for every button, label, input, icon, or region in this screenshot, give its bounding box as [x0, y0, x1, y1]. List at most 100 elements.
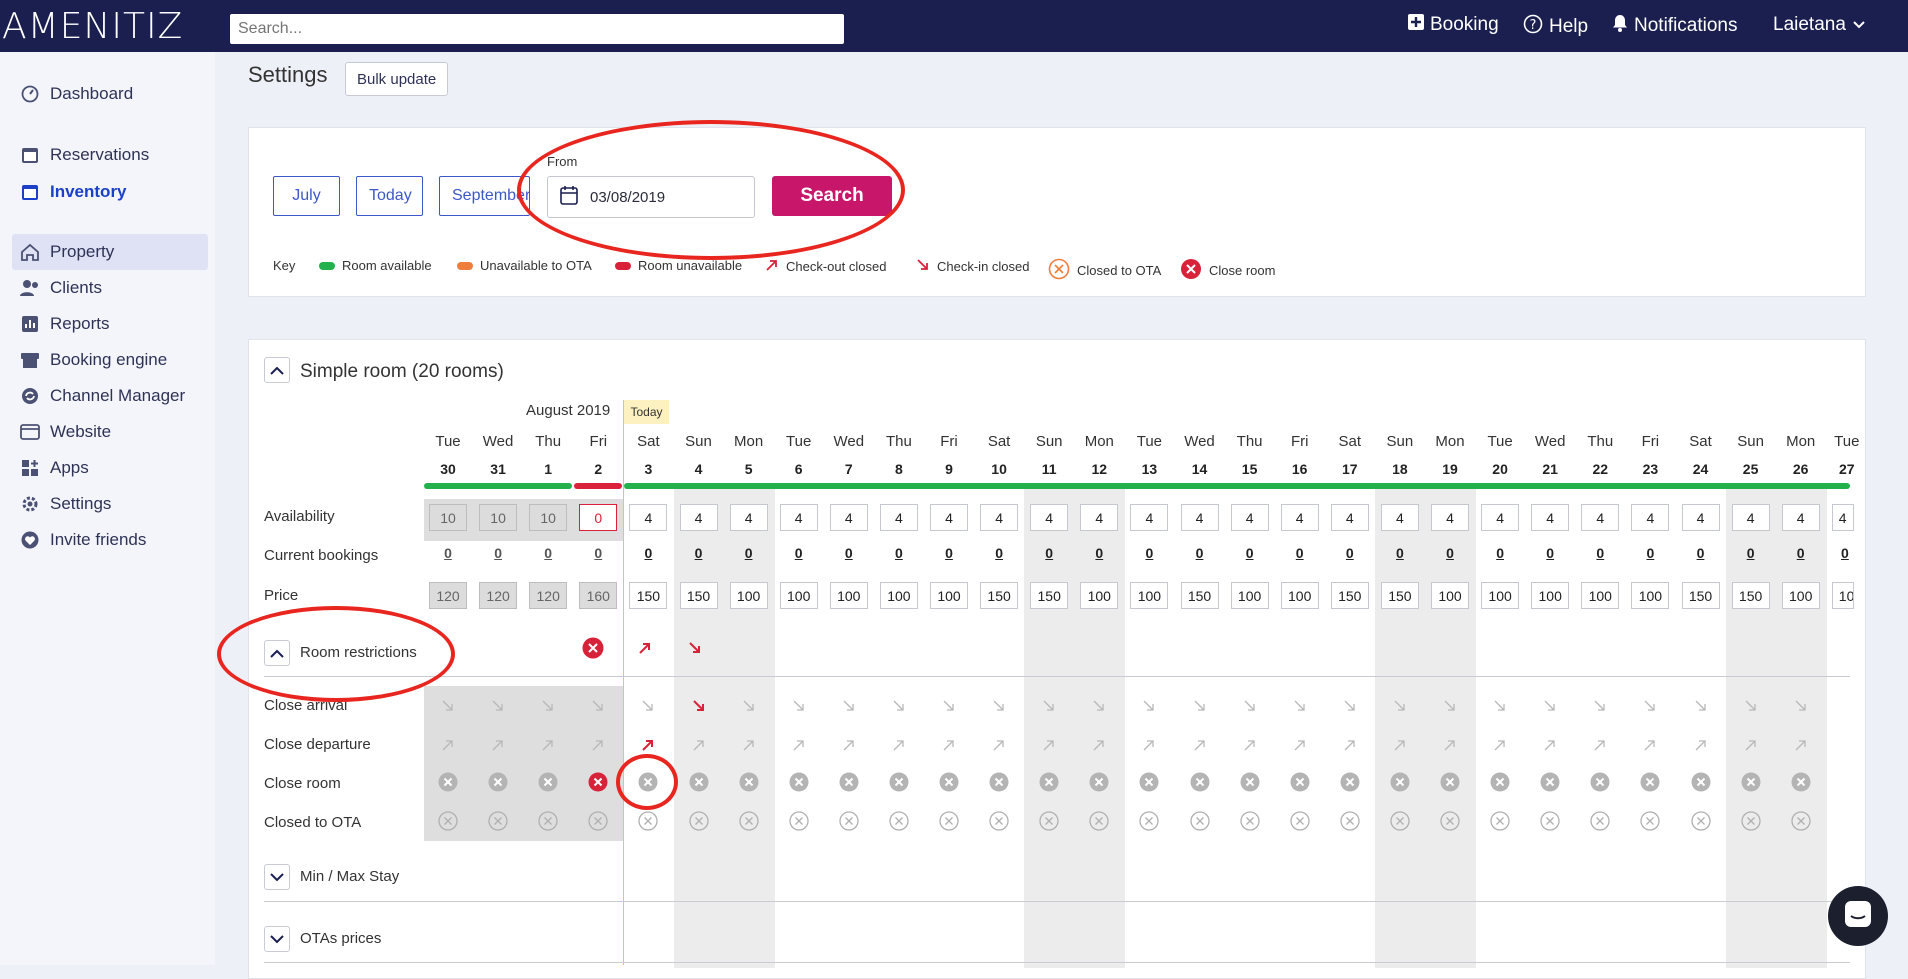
availability-cell[interactable]: 4 — [1330, 504, 1369, 531]
close-room-icon[interactable] — [938, 771, 960, 793]
close-room-icon[interactable] — [1088, 771, 1110, 793]
close-room-icon[interactable] — [437, 771, 459, 793]
price-cell[interactable]: 150 — [1731, 582, 1770, 609]
bookings-count[interactable]: 0 — [725, 545, 773, 561]
availability-cell[interactable]: 4 — [879, 504, 918, 531]
availability-cell[interactable]: 4 — [829, 504, 868, 531]
closed-to-ota-icon[interactable] — [1740, 810, 1762, 832]
bookings-count[interactable]: 0 — [1226, 545, 1274, 561]
availability-cell[interactable]: 10 — [429, 504, 467, 531]
price-cell[interactable]: 100 — [879, 582, 918, 609]
close-room-icon[interactable] — [688, 771, 710, 793]
close-arrival-icon[interactable] — [888, 695, 910, 717]
sidebar-item-invite-friends[interactable]: Invite friends — [12, 522, 208, 558]
close-arrival-icon[interactable] — [1088, 695, 1110, 717]
availability-cell[interactable]: 4 — [1030, 504, 1069, 531]
close-departure-icon[interactable] — [1389, 734, 1411, 756]
close-departure-icon[interactable] — [1138, 734, 1160, 756]
close-arrival-icon[interactable] — [637, 695, 659, 717]
close-departure-icon[interactable] — [1790, 734, 1812, 756]
logo[interactable]: AMENITIZ — [2, 6, 183, 47]
close-room-icon[interactable] — [1339, 771, 1361, 793]
closed-to-ota-icon[interactable] — [437, 810, 459, 832]
sidebar-item-reservations[interactable]: Reservations — [12, 137, 208, 173]
bookings-count[interactable]: 0 — [1727, 545, 1775, 561]
close-departure-icon[interactable] — [838, 734, 860, 756]
close-departure-icon[interactable] — [1539, 734, 1561, 756]
price-cell[interactable]: 100 — [829, 582, 868, 609]
availability-cell[interactable]: 4 — [629, 504, 668, 531]
close-departure-icon[interactable] — [738, 734, 760, 756]
closed-to-ota-icon[interactable] — [1790, 810, 1812, 832]
price-cell[interactable]: 100 — [1631, 582, 1670, 609]
price-cell[interactable]: 150 — [629, 582, 668, 609]
price-cell[interactable]: 150 — [1380, 582, 1419, 609]
bookings-count[interactable]: 0 — [775, 545, 823, 561]
booking-button[interactable]: Booking — [1408, 14, 1499, 36]
availability-cell[interactable]: 4 — [980, 504, 1019, 531]
bookings-count[interactable]: 0 — [1476, 545, 1524, 561]
availability-cell[interactable]: 4 — [1280, 504, 1319, 531]
close-departure-icon[interactable] — [688, 734, 710, 756]
close-arrival-icon[interactable] — [1439, 695, 1461, 717]
price-cell[interactable]: 120 — [429, 582, 467, 609]
close-room-icon[interactable] — [1589, 771, 1611, 793]
close-departure-icon[interactable] — [938, 734, 960, 756]
closed-to-ota-icon[interactable] — [1239, 810, 1261, 832]
price-cell[interactable]: 100 — [1230, 582, 1269, 609]
closed-to-ota-icon[interactable] — [1339, 810, 1361, 832]
price-cell[interactable]: 150 — [679, 582, 718, 609]
price-cell[interactable]: 100 — [1781, 582, 1820, 609]
closed-to-ota-icon[interactable] — [537, 810, 559, 832]
close-departure-icon[interactable] — [587, 734, 609, 756]
close-departure-icon[interactable] — [1690, 734, 1712, 756]
today-button[interactable]: Today — [356, 176, 423, 216]
price-cell[interactable]: 120 — [529, 582, 568, 609]
closed-to-ota-icon[interactable] — [1138, 810, 1160, 832]
availability-cell[interactable]: 4 — [1180, 504, 1219, 531]
closed-to-ota-icon[interactable] — [1489, 810, 1511, 832]
close-arrival-icon[interactable] — [1138, 695, 1160, 717]
help-button[interactable]: ? Help — [1523, 14, 1588, 40]
sidebar-item-dashboard[interactable]: Dashboard — [12, 76, 208, 112]
sidebar-item-property[interactable]: Property — [12, 234, 208, 270]
close-departure-icon[interactable] — [637, 734, 659, 756]
close-room-icon[interactable] — [1740, 771, 1762, 793]
availability-cell[interactable]: 0 — [579, 504, 618, 531]
price-cell[interactable]: 100 — [1130, 582, 1169, 609]
bookings-count[interactable]: 0 — [1276, 545, 1324, 561]
minmax-toggle[interactable] — [264, 864, 290, 890]
close-arrival-icon[interactable] — [788, 695, 810, 717]
availability-cell[interactable]: 4 — [1581, 504, 1620, 531]
price-cell[interactable]: 100 — [1080, 582, 1119, 609]
bookings-count[interactable]: 0 — [524, 545, 572, 561]
notifications-button[interactable]: Notifications — [1612, 14, 1738, 38]
availability-cell[interactable]: 10 — [479, 504, 518, 531]
closed-to-ota-icon[interactable] — [1289, 810, 1311, 832]
availability-cell[interactable]: 4 — [930, 504, 968, 531]
closed-to-ota-icon[interactable] — [1639, 810, 1661, 832]
close-arrival-icon[interactable] — [1489, 695, 1511, 717]
close-room-icon[interactable] — [888, 771, 910, 793]
availability-cell[interactable]: 4 — [1831, 504, 1854, 531]
closed-to-ota-icon[interactable] — [1389, 810, 1411, 832]
closed-to-ota-icon[interactable] — [688, 810, 710, 832]
bookings-count[interactable]: 0 — [1777, 545, 1825, 561]
close-arrival-icon[interactable] — [838, 695, 860, 717]
close-arrival-icon[interactable] — [1189, 695, 1211, 717]
close-room-icon[interactable] — [1539, 771, 1561, 793]
bookings-count[interactable]: 0 — [574, 545, 622, 561]
sidebar-item-inventory[interactable]: Inventory — [12, 174, 208, 210]
closed-to-ota-icon[interactable] — [1439, 810, 1461, 832]
bookings-count[interactable]: 0 — [1025, 545, 1073, 561]
price-cell[interactable]: 100 — [1581, 582, 1620, 609]
close-departure-icon[interactable] — [1589, 734, 1611, 756]
sidebar-item-apps[interactable]: Apps — [12, 450, 208, 486]
availability-cell[interactable]: 4 — [1531, 504, 1570, 531]
close-arrival-icon[interactable] — [738, 695, 760, 717]
bookings-count[interactable]: 0 — [925, 545, 973, 561]
chat-button[interactable] — [1828, 886, 1888, 946]
close-departure-icon[interactable] — [1489, 734, 1511, 756]
bookings-count[interactable]: 0 — [1075, 545, 1123, 561]
availability-cell[interactable]: 4 — [1431, 504, 1469, 531]
